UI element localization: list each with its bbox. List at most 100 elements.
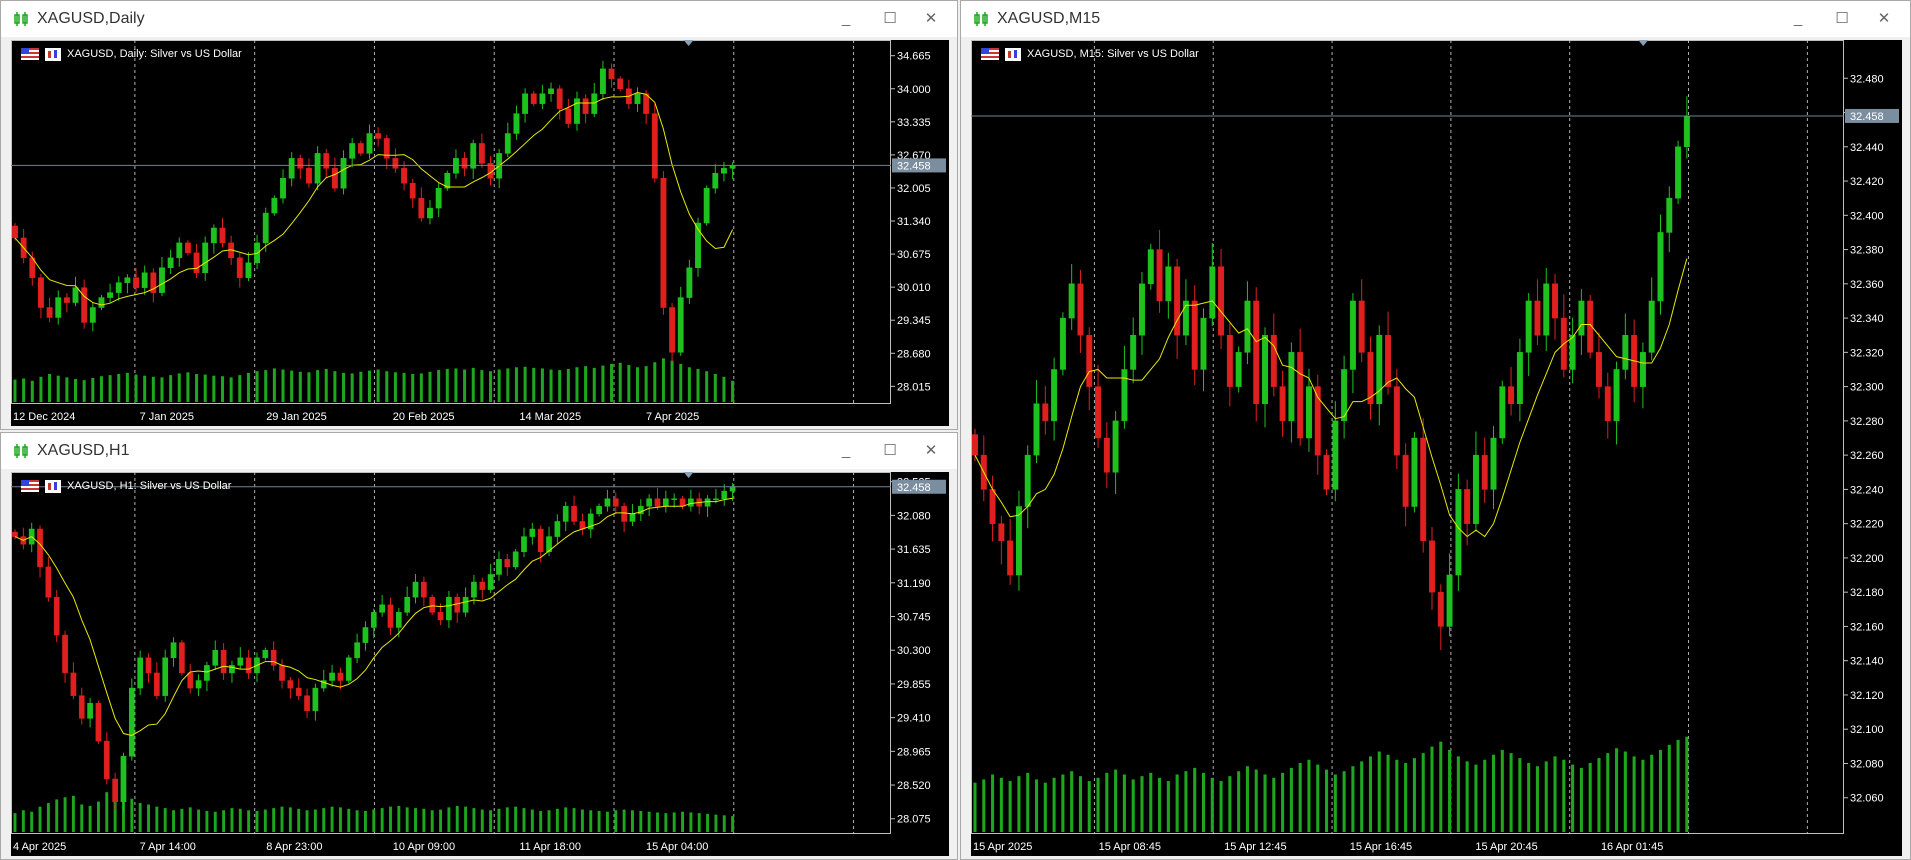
minimize-button[interactable]: _ bbox=[831, 7, 861, 31]
y-tick-label: 32.440 bbox=[1850, 142, 1884, 154]
candle-body bbox=[663, 498, 669, 507]
x-tick-label: 20 Feb 2025 bbox=[393, 411, 455, 423]
candle-body bbox=[1077, 283, 1084, 336]
y-tick-label: 28.680 bbox=[897, 348, 931, 360]
window-daily[interactable]: XAGUSD,Daily _ ☐ ✕ 34.665 34.000 33.335 32.… bbox=[0, 0, 958, 430]
close-button[interactable]: ✕ bbox=[1869, 7, 1899, 31]
chart-label: XAGUSD, Daily: Silver vs US Dollar bbox=[21, 46, 242, 62]
y-tick-label: 32.360 bbox=[1850, 279, 1884, 291]
candle-body bbox=[1121, 369, 1128, 422]
candle-body bbox=[1622, 334, 1629, 370]
candle-body bbox=[63, 297, 70, 303]
window-m15[interactable]: XAGUSD,M15 _ ☐ ✕ 32.48032.46032.44032.42… bbox=[960, 0, 1911, 860]
candle-body bbox=[1349, 300, 1356, 370]
candle-body bbox=[95, 702, 102, 742]
price-badge-label: 32.458 bbox=[897, 482, 931, 494]
candle-body bbox=[1235, 352, 1242, 387]
y-tick-label: 32.100 bbox=[1850, 724, 1884, 736]
candle-body bbox=[262, 212, 269, 244]
candle-body bbox=[608, 68, 615, 80]
price-chart[interactable]: 34.66534.00033.33532.67032.00531.34030.6… bbox=[11, 40, 949, 426]
candle-body bbox=[1112, 420, 1119, 473]
candle-body bbox=[1420, 437, 1427, 542]
window-titlebar[interactable]: XAGUSD,Daily _ ☐ ✕ bbox=[1, 1, 957, 37]
candle-body bbox=[571, 506, 577, 522]
minimize-button[interactable]: _ bbox=[831, 439, 861, 463]
candle-body bbox=[721, 490, 728, 499]
candle-body bbox=[1095, 386, 1102, 439]
chart-symbol-label: XAGUSD, M15: Silver vs US Dollar bbox=[1027, 48, 1199, 60]
candle-body bbox=[556, 88, 563, 109]
candle-body bbox=[1226, 334, 1233, 387]
close-button[interactable]: ✕ bbox=[916, 7, 946, 31]
candle-body bbox=[704, 498, 711, 507]
candle-body bbox=[1059, 317, 1066, 370]
price-chart[interactable]: 32.52532.08031.63531.19030.74530.30029.8… bbox=[11, 472, 949, 856]
candle-body bbox=[1139, 283, 1145, 336]
candle-body bbox=[357, 143, 364, 154]
chart-area[interactable]: 32.48032.46032.44032.42032.40032.38032.3… bbox=[971, 40, 1902, 856]
candle-body bbox=[1024, 454, 1031, 507]
candle-body bbox=[1578, 300, 1585, 336]
candle-body bbox=[1516, 352, 1523, 404]
window-h1[interactable]: XAGUSD,H1 _ ☐ ✕ 32.52532.08031.63531.190… bbox=[0, 432, 958, 860]
close-button[interactable]: ✕ bbox=[916, 439, 946, 463]
plot-frame bbox=[11, 40, 891, 404]
candle-body bbox=[220, 649, 227, 674]
chart-area[interactable]: 34.665 34.000 33.335 32.670 32.005 31.340 30.6… bbox=[11, 40, 949, 426]
us-flag-icon bbox=[21, 480, 39, 492]
candle-body bbox=[329, 672, 335, 681]
candle-body bbox=[1305, 386, 1312, 439]
candle-body bbox=[1376, 334, 1383, 404]
y-tick-label: 28.015 bbox=[897, 381, 931, 393]
candle-body bbox=[312, 687, 319, 712]
candle-body bbox=[1279, 386, 1286, 422]
candle-body bbox=[392, 158, 399, 169]
us-flag-icon bbox=[21, 48, 39, 60]
candle-body bbox=[179, 642, 185, 674]
candle-body bbox=[271, 197, 278, 214]
y-tick-label: 31.340 bbox=[897, 216, 931, 228]
candle-body bbox=[1270, 334, 1277, 387]
candle-body bbox=[712, 173, 719, 189]
minimize-button[interactable]: _ bbox=[1783, 7, 1813, 31]
candle-body bbox=[621, 506, 627, 522]
candle-body bbox=[1429, 540, 1435, 593]
candle-body bbox=[236, 257, 243, 278]
y-tick-label: 30.010 bbox=[897, 282, 931, 294]
candle-body bbox=[167, 257, 174, 269]
y-tick-label: 28.965 bbox=[897, 746, 931, 758]
maximize-button[interactable]: ☐ bbox=[875, 439, 905, 463]
candle-body bbox=[554, 521, 561, 537]
candle-body bbox=[437, 612, 444, 621]
candle-body bbox=[162, 657, 169, 696]
window-titlebar[interactable]: XAGUSD,M15 _ ☐ ✕ bbox=[961, 1, 1910, 37]
maximize-button[interactable]: ☐ bbox=[875, 7, 905, 31]
candle-body bbox=[729, 487, 736, 492]
candle-body bbox=[362, 627, 369, 643]
chart-type-icon bbox=[45, 479, 61, 493]
candle-body bbox=[1297, 352, 1304, 439]
x-tick-label: 10 Apr 09:00 bbox=[393, 841, 455, 853]
candlestick-icon bbox=[974, 12, 988, 26]
candle-body bbox=[582, 98, 589, 114]
chart-area[interactable]: 32.52532.08031.63531.19030.74530.30029.8… bbox=[11, 472, 949, 856]
price-chart[interactable]: 32.48032.46032.44032.42032.40032.38032.3… bbox=[971, 40, 1902, 856]
candle-body bbox=[1200, 317, 1207, 370]
candle-body bbox=[596, 506, 602, 515]
maximize-button[interactable]: ☐ bbox=[1827, 7, 1857, 31]
candle-body bbox=[1033, 403, 1040, 456]
x-tick-label: 15 Apr 08:45 bbox=[1099, 841, 1161, 853]
window-titlebar[interactable]: XAGUSD,H1 _ ☐ ✕ bbox=[1, 433, 957, 469]
candle-body bbox=[145, 657, 152, 674]
candle-body bbox=[124, 277, 131, 283]
candle-body bbox=[1683, 115, 1690, 148]
x-tick-label: 12 Dec 2024 bbox=[13, 411, 75, 423]
candle-body bbox=[713, 498, 719, 500]
y-tick-label: 31.190 bbox=[897, 578, 931, 590]
candle-body bbox=[435, 187, 442, 209]
candle-body bbox=[513, 113, 520, 134]
candle-body bbox=[409, 182, 416, 199]
y-tick-label: 32.420 bbox=[1850, 176, 1884, 188]
y-tick-label: 32.240 bbox=[1850, 484, 1884, 496]
